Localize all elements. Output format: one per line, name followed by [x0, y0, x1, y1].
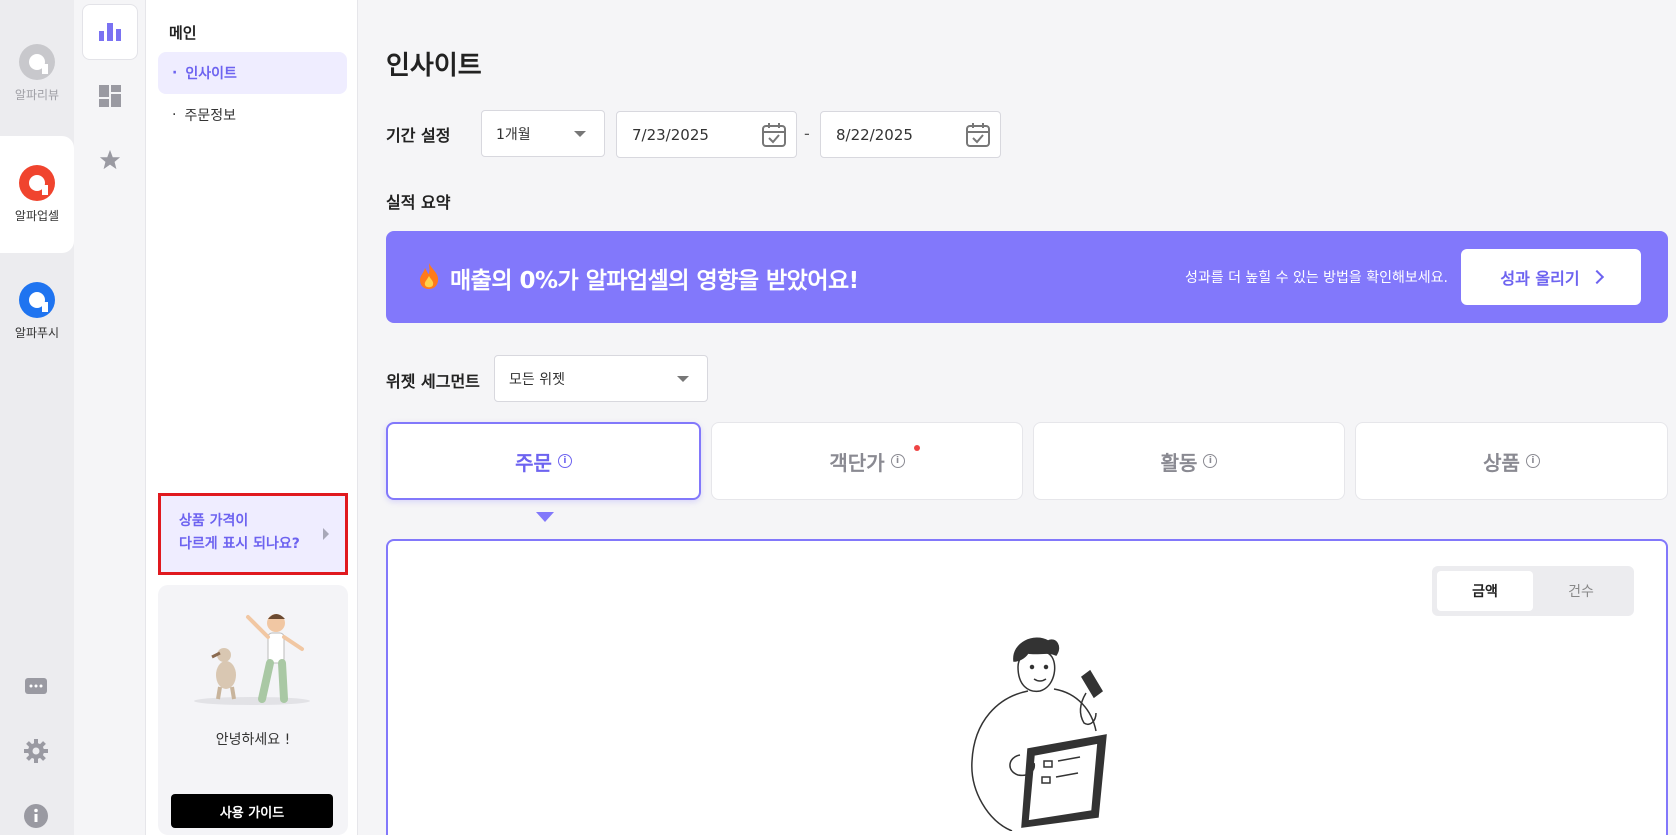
greeting-text: 안녕하세요 !: [215, 732, 291, 748]
nav-dashboard-button[interactable]: [82, 68, 138, 124]
orders-content-card: 금액 건수: [386, 539, 1668, 835]
app-alpha-upsell[interactable]: 알파업셀: [0, 136, 74, 253]
app-label: 알파푸시: [14, 326, 60, 340]
nav-insight-button[interactable]: [82, 4, 138, 60]
metric-toggle: 금액 건수: [1432, 566, 1634, 616]
app-alpha-push[interactable]: 알파푸시: [0, 253, 74, 370]
alpha-upsell-logo-icon: [19, 165, 55, 201]
start-date-field[interactable]: 7/23/2025: [616, 111, 797, 158]
performance-banner: 매출의 0%가 알파업셀의 영향을 받았어요! 성과를 더 높힐 수 있는 방법…: [386, 231, 1668, 323]
tab-products[interactable]: 상품 i: [1355, 422, 1668, 500]
end-date-field[interactable]: 8/22/2025: [820, 111, 1001, 158]
banner-headline: 매출의 0%가 알파업셀의 영향을 받았어요!: [450, 268, 859, 294]
banner-subtext: 성과를 더 높힐 수 있는 방법을 확인해보세요.: [1185, 270, 1448, 286]
faq-text: 상품 가격이 다르게 표시 되나요?: [179, 510, 319, 556]
empty-state-illustration: [971, 637, 1107, 831]
menu-title: 메인: [169, 24, 197, 42]
page-title: 인사이트: [386, 51, 482, 81]
chat-icon[interactable]: [24, 675, 48, 699]
menu-panel: 메인 · 인사이트 · 주문정보 상품 가격이 다르게 표시 되나요? 안녕하세…: [146, 0, 358, 835]
period-select[interactable]: 1개월: [481, 110, 605, 157]
summary-label: 실적 요약: [386, 193, 451, 212]
app-label: 알파리뷰: [14, 88, 60, 102]
menu-item-label: 주문정보: [184, 108, 236, 124]
info-icon[interactable]: [24, 804, 48, 828]
calendar-icon: [966, 123, 990, 147]
caret-down-icon: [574, 130, 586, 137]
widget-segment-select[interactable]: 모든 위젯: [494, 355, 708, 402]
active-tab-pointer: [536, 512, 554, 522]
caret-down-icon: [677, 375, 689, 382]
boost-performance-label: 성과 올리기: [1500, 269, 1580, 288]
gear-icon[interactable]: [24, 739, 48, 763]
chevron-right-icon: [1589, 269, 1604, 285]
date-separator: -: [804, 124, 810, 143]
bullet: ·: [172, 65, 178, 81]
tab-label: 객단가: [829, 450, 885, 475]
tab-label: 활동: [1160, 450, 1198, 475]
info-icon: i: [890, 454, 905, 468]
segment-label: 위젯 세그먼트: [386, 372, 480, 391]
info-icon: i: [557, 454, 572, 468]
user-guide-button[interactable]: 사용 가이드: [171, 794, 333, 828]
app-label: 알파업셀: [14, 209, 60, 223]
chevron-right-icon: [323, 528, 329, 540]
alpha-review-logo-icon: [19, 44, 55, 80]
period-label: 기간 설정: [386, 126, 451, 145]
person-with-dog-illustration: [194, 614, 310, 705]
nav-icon-column: [74, 0, 146, 835]
faq-line-1: 상품 가격이: [179, 513, 249, 529]
toggle-amount[interactable]: 금액: [1437, 571, 1533, 611]
fire-icon: [420, 263, 439, 289]
info-icon: i: [1203, 454, 1218, 468]
bar-chart-icon: [99, 23, 121, 41]
calendar-icon: [762, 123, 786, 147]
segment-select-value: 모든 위젯: [509, 371, 565, 388]
toggle-count[interactable]: 건수: [1533, 571, 1629, 611]
menu-item-insight[interactable]: · 인사이트: [158, 52, 347, 94]
period-select-value: 1개월: [496, 126, 531, 143]
dashboard-icon: [99, 85, 121, 107]
info-icon: i: [1525, 454, 1540, 468]
star-icon: [99, 149, 121, 170]
faq-price-display-link[interactable]: 상품 가격이 다르게 표시 되나요?: [158, 493, 348, 575]
nav-favorite-button[interactable]: [82, 132, 138, 188]
bullet: ·: [172, 107, 177, 123]
start-date-value: 7/23/2025: [632, 125, 709, 144]
menu-item-label: 인사이트: [185, 66, 237, 82]
tab-label: 주문: [515, 450, 552, 475]
app-rail: 알파리뷰 알파업셀 알파푸시: [0, 0, 74, 835]
alpha-push-logo-icon: [19, 282, 55, 318]
end-date-value: 8/22/2025: [836, 125, 913, 144]
main-content: 인사이트 기간 설정 1개월 7/23/2025 - 8/22/2025 실적 …: [358, 0, 1676, 835]
tab-activity[interactable]: 활동 i: [1033, 422, 1345, 500]
tab-average-order-value[interactable]: 객단가 i: [711, 422, 1023, 500]
faq-line-2: 다르게 표시 되나요?: [179, 536, 300, 552]
app-alpha-review[interactable]: 알파리뷰: [0, 15, 74, 132]
tab-label: 상품: [1483, 450, 1520, 475]
tab-orders[interactable]: 주문 i: [386, 422, 701, 500]
boost-performance-button[interactable]: 성과 올리기: [1461, 249, 1641, 305]
guide-card: 안녕하세요 ! 사용 가이드: [158, 585, 348, 835]
menu-item-order-info[interactable]: · 주문정보: [158, 94, 347, 136]
notification-dot: [914, 445, 920, 451]
